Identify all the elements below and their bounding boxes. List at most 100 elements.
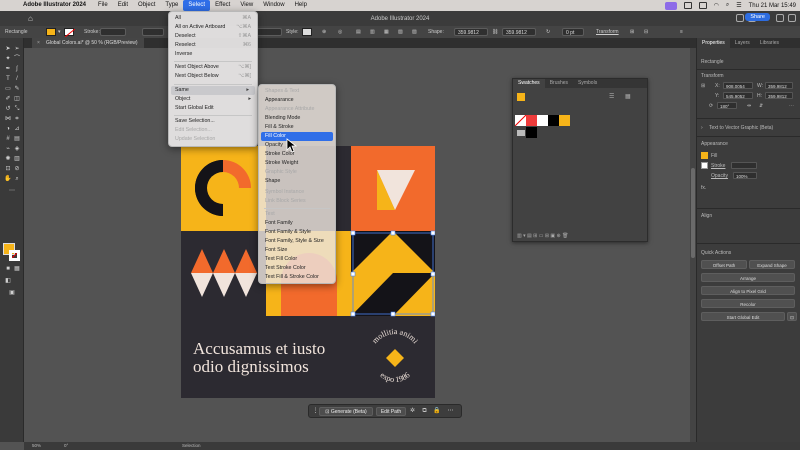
control-center-icon[interactable]: ☰ — [736, 2, 741, 9]
fill-swatch[interactable] — [701, 152, 708, 159]
submenu-item-text-fill-color[interactable]: Text Fill Color — [259, 255, 335, 264]
align-center-icon[interactable]: ▥ — [370, 28, 375, 36]
panel-menu-icon[interactable]: ≡ — [680, 28, 683, 36]
direct-selection-tool-icon[interactable]: ➢ — [13, 46, 21, 53]
menu-help[interactable]: Help — [290, 0, 312, 11]
menu-item-all[interactable]: All ⌘A — [169, 14, 257, 23]
lock-icon[interactable]: 🔒 — [433, 408, 440, 415]
menu-app-name[interactable]: Adobe Illustrator 2024 — [18, 0, 93, 11]
screen-record-icon[interactable] — [664, 1, 677, 10]
stroke-swatch[interactable] — [701, 162, 708, 169]
submenu-item-font-family[interactable]: Font Family — [259, 219, 335, 228]
zoom-tool-icon[interactable]: ⌕ — [13, 176, 21, 183]
close-icon[interactable]: × — [37, 38, 40, 48]
variable-width-field[interactable] — [142, 28, 164, 36]
stroke-color-box[interactable] — [9, 250, 20, 261]
display-icon[interactable] — [698, 2, 707, 9]
gradient-mode-icon[interactable]: ▦ — [13, 266, 21, 273]
expand-shape-button[interactable]: Expand Shape — [749, 260, 795, 269]
menu-item-save-selection[interactable]: Save Selection... — [169, 117, 257, 126]
wifi-icon[interactable]: ◠ — [714, 2, 719, 9]
recolor-icon[interactable]: ◎ — [338, 28, 342, 36]
menu-item-start-global-edit[interactable]: Start Global Edit — [169, 104, 257, 113]
selection-tool-icon[interactable]: ➤ — [4, 46, 12, 53]
zoom-level[interactable]: 50% — [32, 443, 41, 448]
chevron-down-icon[interactable]: ▾ — [58, 28, 61, 36]
align-top-icon[interactable]: ▧ — [398, 28, 403, 36]
menu-item-all-on-artboard[interactable]: All on Active Artboard ⌥⌘A — [169, 23, 257, 32]
tab-layers[interactable]: Layers — [730, 38, 755, 48]
search-icon[interactable] — [776, 14, 784, 22]
blend-tool-icon[interactable]: ◈ — [13, 146, 21, 153]
width-field[interactable]: 359.9812 pt — [454, 28, 488, 44]
menu-item-object[interactable]: Object ▸ — [169, 95, 257, 104]
stroke-swatch[interactable] — [64, 28, 76, 38]
sun-icon[interactable]: ✲ — [409, 408, 416, 415]
opacity-field[interactable]: 100% — [733, 172, 757, 179]
paintbrush-tool-icon[interactable]: ✎ — [13, 86, 21, 93]
submenu-item-stroke-weight[interactable]: Stroke Weight — [259, 159, 335, 168]
duplicate-icon[interactable]: ⧉ — [421, 408, 428, 415]
swatch-black[interactable] — [548, 115, 559, 126]
share-button[interactable]: Share — [745, 13, 770, 21]
slice-tool-icon[interactable]: ⊘ — [13, 166, 21, 173]
cloud-icon[interactable] — [736, 14, 744, 22]
opacity-field[interactable] — [256, 28, 282, 36]
lasso-tool-icon[interactable]: ⌒ — [13, 56, 21, 63]
submenu-item-font-size[interactable]: Font Size — [259, 246, 335, 255]
scale-tool-icon[interactable]: ⤡ — [13, 106, 21, 113]
magic-wand-tool-icon[interactable]: ✦ — [4, 56, 12, 63]
status-mode[interactable]: Selection — [182, 443, 201, 448]
list-view-icon[interactable]: ☰ — [609, 93, 614, 100]
swatch-none[interactable] — [514, 114, 527, 127]
handle-tl[interactable] — [350, 230, 356, 236]
gradient-tool-icon[interactable]: ▤ — [13, 136, 21, 143]
width-tool-icon[interactable]: ⋈ — [4, 116, 12, 123]
stroke-weight-field[interactable] — [100, 28, 126, 36]
menu-object[interactable]: Object — [133, 0, 160, 11]
canvas[interactable]: Accusamus et iusto odio dignissimos moll… — [24, 48, 696, 442]
swatch-folder-icon[interactable] — [517, 130, 525, 136]
handle-mr[interactable] — [430, 271, 435, 277]
handle-tr[interactable] — [430, 230, 435, 236]
tab-properties[interactable]: Properties — [697, 38, 730, 48]
menu-select[interactable]: Select — [183, 0, 211, 11]
swatch-yellow[interactable] — [559, 115, 570, 126]
arrange-button[interactable]: Arrange — [701, 273, 795, 282]
handle-bm[interactable] — [390, 311, 396, 317]
submenu-item-fill-stroke[interactable]: Fill & Stroke — [259, 123, 335, 132]
submenu-item-appearance[interactable]: Appearance — [259, 96, 335, 105]
symbol-sprayer-tool-icon[interactable]: ✺ — [4, 156, 12, 163]
submenu-item-blending-mode[interactable]: Blending Mode — [259, 114, 335, 123]
offset-path-button[interactable]: Offset Path — [701, 260, 747, 269]
link-icon[interactable]: ⛓ — [492, 28, 498, 36]
fill-swatch[interactable] — [46, 28, 56, 36]
x-field[interactable]: 908.0054 — [723, 82, 753, 89]
menu-item-reselect[interactable]: Reselect ⌘6 — [169, 41, 257, 50]
swatch-library-icon[interactable]: ▥ ▾ ▤ ⊞ ▭ ⊞ ▣ ⊕ 🗑 — [517, 233, 568, 239]
handle-br[interactable] — [430, 311, 435, 317]
drag-handle-icon[interactable]: ⋮ — [312, 408, 319, 415]
line-tool-icon[interactable]: / — [13, 76, 21, 83]
grid-view-icon[interactable]: ▦ — [625, 93, 631, 100]
tab-libraries[interactable]: Libraries — [755, 38, 784, 48]
height-field[interactable]: 359.9812 pt — [502, 28, 536, 44]
opacity-label[interactable]: Opacity — [711, 173, 728, 179]
graphic-style-swatch[interactable] — [302, 28, 312, 36]
more-tools-icon[interactable]: ⋯ — [8, 188, 16, 195]
pencil-tool-icon[interactable]: ✐ — [4, 96, 12, 103]
fx-button[interactable]: fx. — [701, 185, 706, 191]
status-icon[interactable] — [683, 2, 692, 9]
headline-line1[interactable]: Accusamus et iusto — [193, 339, 325, 358]
submenu-item-shape[interactable]: Shape — [259, 177, 335, 186]
corner-radius-field[interactable]: 0 pt — [562, 28, 584, 36]
active-fill-swatch[interactable] — [517, 93, 525, 101]
submenu-item-text-fill-stroke-color[interactable]: Text Fill & Stroke Color — [259, 273, 335, 282]
global-edit-options-icon[interactable]: ⊡ — [787, 312, 797, 321]
curvature-tool-icon[interactable]: ∫ — [13, 66, 21, 73]
menu-item-inverse[interactable]: Inverse — [169, 50, 257, 59]
swatch-registration[interactable] — [526, 115, 537, 126]
rotate-field[interactable]: 180° — [717, 102, 737, 109]
swatch-black-2[interactable] — [526, 127, 537, 138]
menu-file[interactable]: File — [93, 0, 113, 11]
